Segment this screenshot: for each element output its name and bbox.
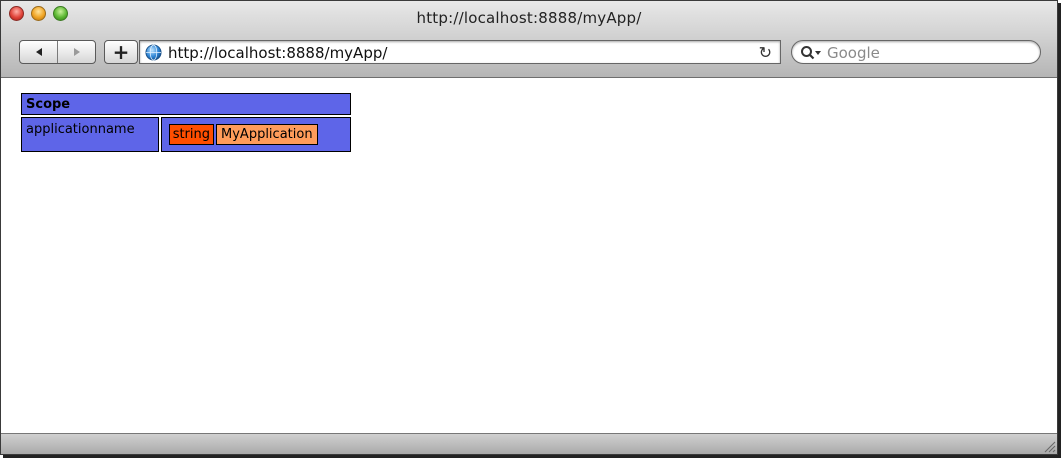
dump-string-value: MyApplication — [216, 124, 318, 145]
address-bar[interactable]: http://localhost:8888/myApp/ ↻ — [139, 40, 781, 64]
string-value-table: string MyApplication — [167, 122, 320, 147]
forward-button[interactable] — [57, 41, 95, 63]
search-field[interactable]: Google — [791, 40, 1041, 64]
table-row: applicationname string MyApplication — [21, 117, 351, 152]
search-icon — [801, 46, 821, 60]
title-bar: http://localhost:8888/myApp/ + http://lo… — [1, 1, 1057, 78]
add-bookmark-button[interactable]: + — [104, 40, 138, 64]
back-button[interactable] — [20, 41, 57, 63]
cfdump-scope-table: Scope applicationname string MyApplicati… — [19, 91, 353, 154]
status-bar — [1, 433, 1057, 454]
globe-icon — [145, 44, 162, 61]
scope-header: Scope — [21, 93, 351, 115]
resize-grip-icon[interactable] — [1042, 439, 1056, 453]
browser-window: http://localhost:8888/myApp/ + http://lo… — [0, 0, 1058, 455]
search-placeholder: Google — [827, 44, 880, 62]
window-title: http://localhost:8888/myApp/ — [416, 9, 642, 27]
back-arrow-icon — [35, 48, 42, 56]
url-text: http://localhost:8888/myApp/ — [168, 44, 388, 62]
dump-key: applicationname — [21, 117, 159, 152]
dump-type-label: string — [168, 124, 215, 145]
reload-icon[interactable]: ↻ — [759, 43, 772, 62]
navigation-buttons — [19, 40, 96, 64]
page-content: Scope applicationname string MyApplicati… — [1, 78, 1057, 434]
forward-arrow-icon — [73, 48, 80, 56]
dump-value-cell: string MyApplication — [160, 117, 351, 152]
